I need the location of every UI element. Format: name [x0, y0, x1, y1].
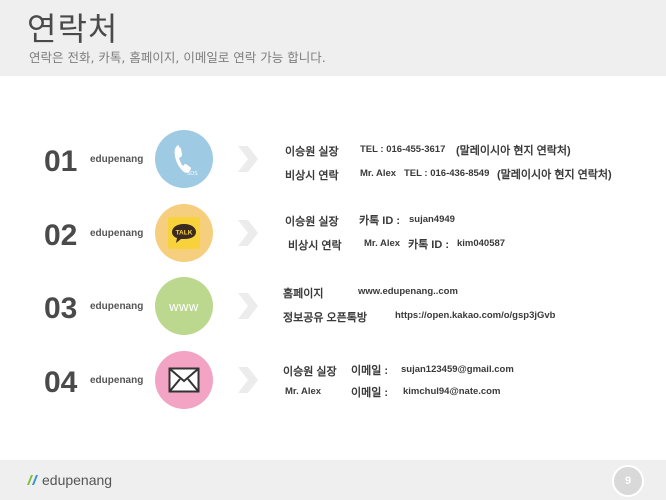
kakaotalk-icon: TALK — [155, 204, 213, 262]
contact-line: 이승원 실장 TEL : 016-455-3617 (말레이시아 현지 연락처) — [285, 142, 665, 158]
page-subtitle: 연락은 전화, 카톡, 홈페이지, 이메일로 연락 가능 합니다. — [29, 50, 326, 65]
contact-line: 정보공유 오픈톡방 https://open.kakao.com/o/gsp3j… — [283, 308, 663, 324]
chevron-right-icon — [238, 293, 258, 319]
header-bar: 연락처 연락은 전화, 카톡, 홈페이지, 이메일로 연락 가능 합니다. — [0, 0, 666, 76]
contact-label: 비상시 연락 — [285, 170, 339, 182]
www-icon-text: www — [169, 298, 199, 314]
contact-label: 이승원 실장 — [285, 216, 339, 228]
contact-label: 이승원 실장 — [283, 366, 337, 378]
contact-key: 카톡 ID : — [408, 239, 450, 251]
contact-row-phone: 01 edupenang SOS 이승원 실장 TEL : 016-455-36… — [0, 130, 666, 200]
edupenang-logo: edupenang — [26, 472, 112, 488]
contact-key: 이메일 : — [351, 387, 389, 399]
mail-icon — [155, 351, 213, 409]
contact-row-email: 04 edupenang 이승원 실장 이메일 : sujan123459@gm… — [0, 351, 666, 421]
contact-value: TEL : 016-455-3617 — [360, 144, 446, 155]
contact-label: 홈페이지 — [283, 288, 324, 300]
contact-value: sujan4949 — [409, 214, 455, 225]
row-number: 03 — [44, 292, 78, 325]
contact-line: 이승원 실장 카톡 ID : sujan4949 — [285, 212, 665, 228]
row-brand: edupenang — [90, 301, 144, 312]
contact-line: 이승원 실장 이메일 : sujan123459@gmail.com — [283, 362, 663, 378]
chevron-right-icon — [238, 146, 258, 172]
contact-label: 비상시 연락 — [288, 240, 342, 252]
row-brand: edupenang — [90, 228, 144, 239]
page-title: 연락처 — [27, 10, 119, 48]
contact-note: (말레이시아 현지 연락처) — [456, 145, 571, 157]
contact-value: TEL : 016-436-8549 — [404, 168, 490, 179]
row-brand: edupenang — [90, 375, 144, 386]
talk-icon-text: TALK — [176, 230, 193, 237]
contact-name: Mr. Alex — [364, 238, 401, 249]
contact-line: 비상시 연락 Mr. Alex TEL : 016-436-8549 (말레이시… — [285, 166, 665, 182]
email-link[interactable]: kimchul94@nate.com — [403, 386, 500, 397]
svg-text:SOS: SOS — [187, 171, 198, 176]
footer-bar: edupenang 9 — [0, 460, 666, 500]
contact-line: 비상시 연락 Mr. Alex 카톡 ID : kim040587 — [288, 236, 666, 252]
logo-mark-icon — [27, 475, 38, 485]
contact-note: (말레이시아 현지 연락처) — [497, 169, 612, 181]
contact-key: 이메일 : — [351, 365, 389, 377]
contact-name: Mr. Alex — [360, 168, 397, 179]
chevron-right-icon — [238, 367, 258, 393]
row-number: 01 — [44, 145, 78, 178]
contact-row-kakaotalk: 02 edupenang TALK 이승원 실장 카톡 ID : sujan49… — [0, 204, 666, 274]
contact-value: kim040587 — [457, 238, 506, 249]
contact-key: 카톡 ID : — [359, 215, 401, 227]
contact-label: 정보공유 오픈톡방 — [283, 312, 368, 324]
phone-icon: SOS — [155, 130, 213, 188]
contact-label: 이승원 실장 — [285, 146, 339, 158]
contact-line: Mr. Alex 이메일 : kimchul94@nate.com — [285, 384, 665, 400]
page-number-badge: 9 — [612, 465, 644, 497]
row-number: 02 — [44, 219, 78, 252]
row-brand: edupenang — [90, 154, 144, 165]
email-link[interactable]: sujan123459@gmail.com — [401, 364, 514, 375]
open-chat-link[interactable]: https://open.kakao.com/o/gsp3jGvb — [395, 310, 555, 321]
homepage-link[interactable]: www.edupenang..com — [358, 286, 458, 297]
contact-label: Mr. Alex — [285, 386, 322, 397]
logo-text: edupenang — [42, 472, 113, 488]
contact-row-website: 03 edupenang www 홈페이지 www.edupenang..com… — [0, 277, 666, 347]
chevron-right-icon — [238, 220, 258, 246]
contact-line: 홈페이지 www.edupenang..com — [283, 284, 663, 300]
row-number: 04 — [44, 366, 78, 399]
www-icon: www — [155, 277, 213, 335]
